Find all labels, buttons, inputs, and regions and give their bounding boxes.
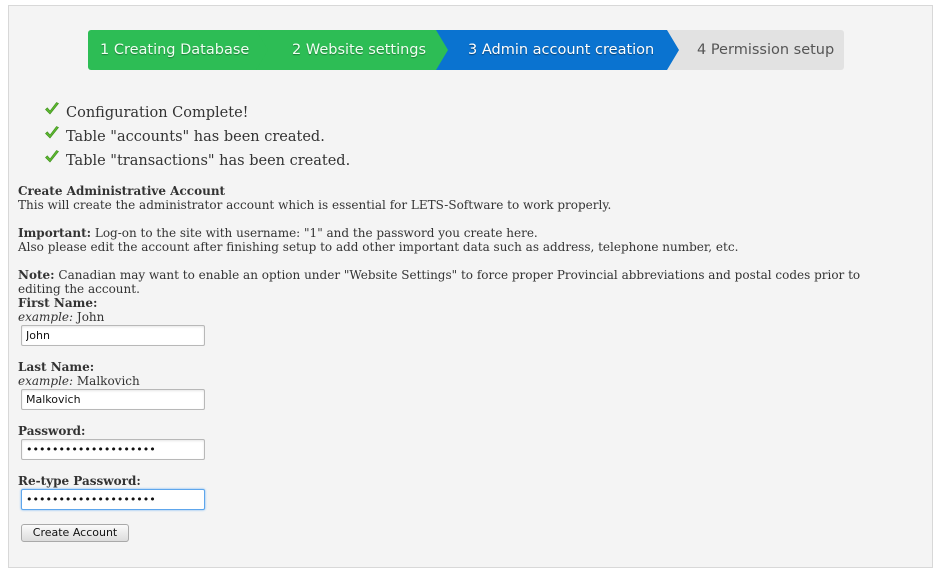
section-title: Create Administrative Account bbox=[18, 184, 226, 198]
note-label: Note: bbox=[18, 268, 55, 282]
important-text-2: Also please edit the account after finis… bbox=[18, 240, 739, 254]
step-website-settings: 2 Website settings bbox=[254, 30, 448, 70]
status-checklist: Configuration Complete! Table "accounts"… bbox=[44, 102, 350, 174]
example-value: Malkovich bbox=[73, 374, 140, 388]
step-admin-account-creation: 3 Admin account creation bbox=[434, 30, 679, 70]
create-account-button[interactable]: Create Account bbox=[21, 524, 129, 542]
check-icon bbox=[45, 150, 59, 163]
example-value: John bbox=[73, 310, 105, 324]
example-label: example: bbox=[18, 310, 74, 324]
step-creating-database: 1 Creating Database bbox=[88, 30, 268, 70]
step-permission-setup: 4 Permission setup bbox=[665, 30, 844, 70]
check-icon bbox=[45, 126, 59, 139]
first-name-example: example: John bbox=[18, 310, 898, 324]
first-name-input[interactable] bbox=[21, 325, 205, 346]
important-notice: Important: Log-on to the site with usern… bbox=[18, 226, 898, 240]
checklist-text: Table "transactions" has been created. bbox=[66, 153, 351, 169]
checklist-text: Configuration Complete! bbox=[66, 105, 249, 121]
section-intro: This will create the administrator accou… bbox=[18, 198, 612, 212]
checklist-item: Table "accounts" has been created. bbox=[44, 126, 350, 150]
retype-password-input[interactable] bbox=[21, 489, 205, 510]
password-label: Password: bbox=[18, 424, 86, 438]
last-name-input[interactable] bbox=[21, 389, 205, 410]
retype-password-label: Re-type Password: bbox=[18, 474, 141, 488]
last-name-example: example: Malkovich bbox=[18, 374, 898, 388]
note-text: Canadian may want to enable an option un… bbox=[18, 268, 861, 296]
check-icon bbox=[45, 102, 59, 115]
admin-account-section: Create Administrative Account This will … bbox=[18, 184, 898, 510]
important-text: Log-on to the site with username: "1" an… bbox=[91, 226, 538, 240]
checklist-text: Table "accounts" has been created. bbox=[66, 129, 325, 145]
first-name-label: First Name: bbox=[18, 296, 98, 310]
note-notice: Note: Canadian may want to enable an opt… bbox=[18, 268, 898, 296]
example-label: example: bbox=[18, 374, 74, 388]
password-input[interactable] bbox=[21, 439, 205, 460]
last-name-label: Last Name: bbox=[18, 360, 95, 374]
checklist-item: Configuration Complete! bbox=[44, 102, 350, 126]
important-label: Important: bbox=[18, 226, 92, 240]
setup-wizard-steps: 1 Creating Database 2 Website settings 3… bbox=[88, 30, 844, 70]
checklist-item: Table "transactions" has been created. bbox=[44, 150, 350, 174]
